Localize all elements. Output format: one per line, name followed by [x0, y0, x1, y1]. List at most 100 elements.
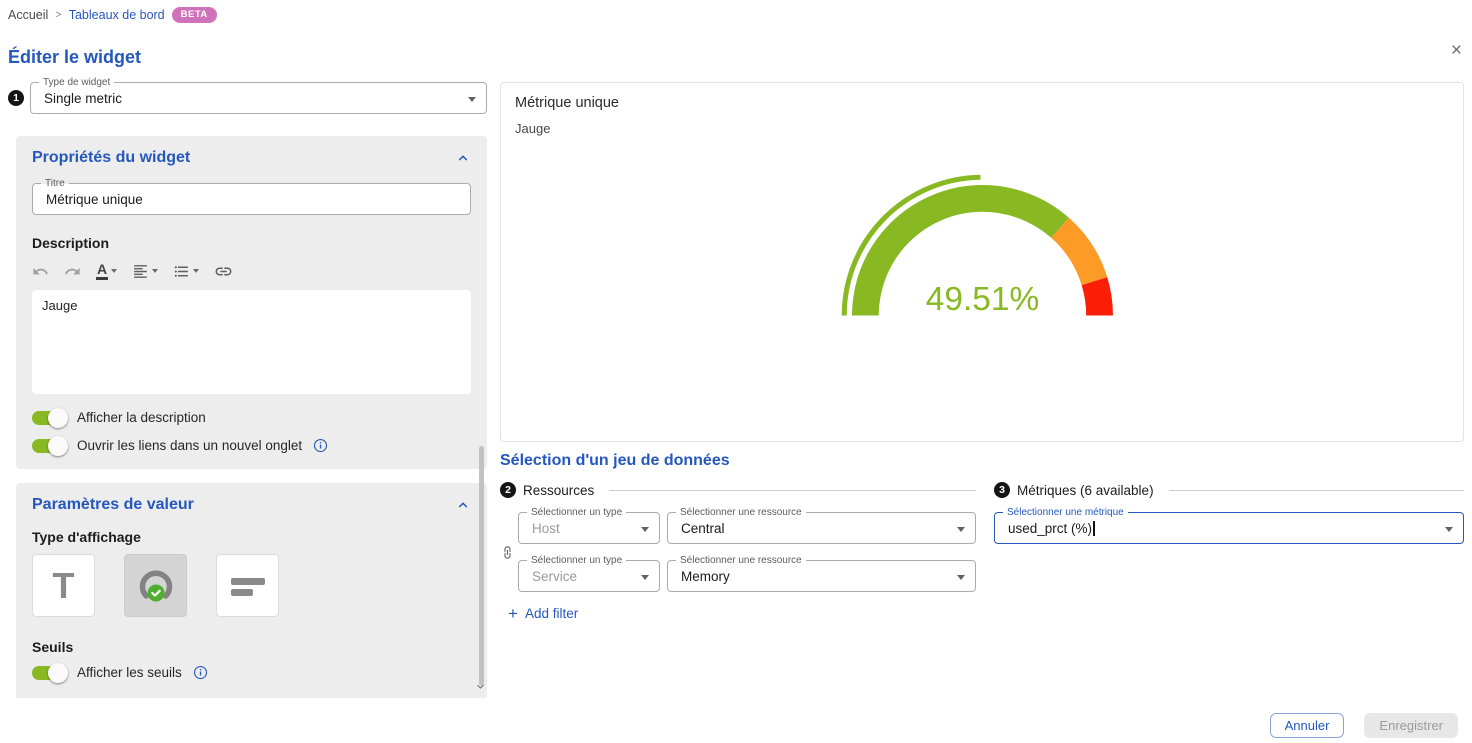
dataset-section-title: Sélection d'un jeu de données [500, 452, 1464, 470]
collapse-value-settings-button[interactable] [455, 497, 471, 513]
description-label: Description [32, 235, 471, 251]
chevron-down-icon [111, 269, 117, 273]
editor-header: Éditer le widget × [8, 47, 1462, 68]
show-description-label: Afficher la description [77, 410, 206, 425]
chevron-down-icon [152, 269, 158, 273]
show-thresholds-toggle[interactable] [32, 666, 66, 680]
breadcrumb-separator: > [55, 9, 61, 21]
display-type-gauge-button[interactable] [124, 554, 187, 617]
gauge-display-icon [136, 567, 176, 605]
cancel-button[interactable]: Annuler [1270, 713, 1345, 738]
undo-icon [32, 263, 49, 280]
undo-button[interactable] [32, 263, 49, 280]
divider [609, 490, 976, 491]
description-textarea[interactable]: Jauge [32, 290, 471, 394]
resource-select-1[interactable]: Sélectionner une ressource Central [667, 512, 976, 544]
resources-label: Ressources [523, 483, 594, 498]
add-filter-label: Add filter [525, 606, 578, 621]
footer-actions: Annuler Enregistrer [1270, 713, 1458, 738]
scroll-down-icon[interactable] [475, 681, 486, 692]
text-color-button[interactable]: A [96, 262, 117, 280]
save-button[interactable]: Enregistrer [1364, 713, 1458, 738]
resource-value: Central [681, 521, 725, 536]
step-3-badge: 3 [994, 482, 1010, 498]
chevron-down-icon [641, 575, 649, 580]
title-field-label: Titre [41, 178, 69, 190]
settings-column: 1 Type de widget Single metric Propriété… [8, 76, 487, 698]
metrics-block: 3 Métriques (6 available) Sélectionner u… [994, 482, 1464, 621]
chevron-up-icon [455, 497, 471, 513]
open-links-row: Ouvrir les liens dans un nouvel onglet [32, 438, 471, 453]
insert-link-button[interactable] [214, 262, 233, 281]
bulleted-list-icon [173, 263, 190, 280]
open-links-label: Ouvrir les liens dans un nouvel onglet [77, 438, 302, 453]
show-description-row: Afficher la description [32, 410, 471, 425]
value-settings-title: Paramètres de valeur [32, 496, 194, 514]
preview-title: Métrique unique [515, 95, 1449, 111]
link-icon [214, 262, 233, 281]
redo-button[interactable] [64, 263, 81, 280]
properties-section-title: Propriétés du widget [32, 149, 190, 167]
preview-column: Métrique unique Jauge 49.51% Sélection d… [500, 76, 1464, 698]
toggle-knob [48, 436, 68, 456]
info-icon [193, 665, 208, 680]
open-links-toggle[interactable] [32, 439, 66, 453]
resource-type-select-2[interactable]: Sélectionner un type Service [518, 560, 660, 592]
resource-type-select-1[interactable]: Sélectionner un type Host [518, 512, 660, 544]
breadcrumb-dashboards-link[interactable]: Tableaux de bord [69, 8, 165, 22]
metric-select[interactable]: Sélectionner une métrique used_prct (%) [994, 512, 1464, 544]
display-type-text-button[interactable]: T [32, 554, 95, 617]
chevron-down-icon [193, 269, 199, 273]
align-button[interactable] [132, 263, 158, 280]
chevron-down-icon [957, 575, 965, 580]
title-field-value: Métrique unique [46, 192, 143, 207]
show-thresholds-label: Afficher les seuils [77, 665, 182, 680]
align-left-icon [132, 263, 149, 280]
link-rows-icon [500, 545, 515, 560]
resource-type-label: Sélectionner un type [527, 507, 626, 519]
text-display-icon: T [53, 568, 75, 604]
info-icon [313, 438, 328, 453]
toggle-knob [48, 408, 68, 428]
add-filter-button[interactable]: + Add filter [508, 606, 976, 621]
text-cursor [1093, 521, 1095, 536]
resource-select-2[interactable]: Sélectionner une ressource Memory [667, 560, 976, 592]
divider [1169, 490, 1464, 491]
metric-select-label: Sélectionner une métrique [1003, 507, 1128, 519]
step-1-badge: 1 [8, 90, 24, 106]
display-type-label: Type d'affichage [32, 529, 471, 545]
resource-type-label: Sélectionner un type [527, 555, 626, 567]
title-field[interactable]: Titre Métrique unique [32, 183, 471, 215]
scrollbar-thumb[interactable] [479, 446, 484, 686]
metrics-label: Métriques (6 available) [1017, 483, 1154, 498]
metric-select-value: used_prct (%) [1008, 521, 1092, 536]
thresholds-info-button[interactable] [193, 665, 208, 680]
plus-icon: + [508, 607, 518, 621]
gauge-chart: 49.51% [815, 146, 1150, 330]
thresholds-label: Seuils [32, 639, 471, 655]
collapse-properties-button[interactable] [455, 150, 471, 166]
show-thresholds-row: Afficher les seuils [32, 665, 471, 680]
widget-preview: Métrique unique Jauge 49.51% [500, 82, 1464, 442]
chevron-down-icon [468, 97, 476, 102]
resource-value: Memory [681, 569, 730, 584]
redo-icon [64, 263, 81, 280]
list-button[interactable] [173, 263, 199, 280]
resources-block: 2 Ressources Sélectionner un type [500, 482, 976, 621]
beta-badge: BETA [172, 7, 217, 23]
value-settings-section: Paramètres de valeur Type d'affichage T [16, 483, 487, 698]
resource-row: Sélectionner un type Host Sélectionner u… [518, 512, 976, 544]
display-type-bar-button[interactable] [216, 554, 279, 617]
widget-type-select[interactable]: Type de widget Single metric [30, 82, 487, 114]
close-icon[interactable]: × [1451, 43, 1462, 59]
description-toolbar: A [32, 260, 471, 282]
gauge-value: 49.51% [925, 281, 1038, 318]
page-title: Éditer le widget [8, 47, 141, 68]
open-links-info-button[interactable] [313, 438, 328, 453]
widget-type-label: Type de widget [39, 77, 114, 89]
resource-type-value: Service [532, 569, 577, 584]
breadcrumb-home-link[interactable]: Accueil [8, 8, 48, 22]
show-description-toggle[interactable] [32, 411, 66, 425]
left-panel-scrollbar[interactable] [475, 406, 487, 684]
widget-editor-page: Accueil > Tableaux de bord BETA Éditer l… [0, 0, 1472, 743]
